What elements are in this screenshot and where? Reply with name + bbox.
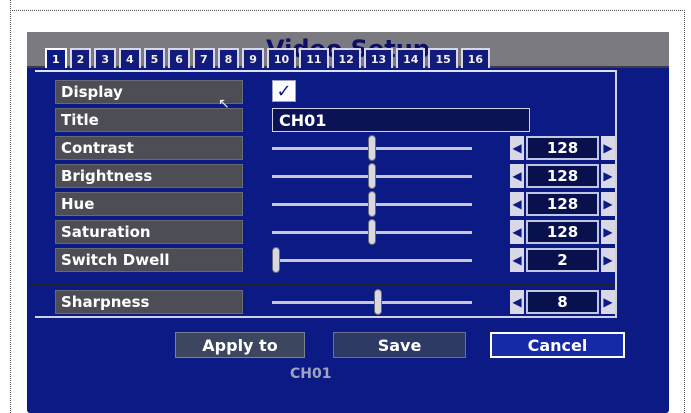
saturation-spinner: ◀ 128 ▶ <box>510 220 615 244</box>
title-input[interactable]: CH01 <box>272 108 530 132</box>
brightness-decrease-arrow-icon[interactable]: ◀ <box>510 164 524 188</box>
sharpness-slider[interactable] <box>272 301 472 304</box>
tab-2[interactable]: 2 <box>69 48 92 68</box>
saturation-slider-handle[interactable] <box>368 219 376 245</box>
switch-dwell-slider[interactable] <box>272 259 472 262</box>
contrast-decrease-arrow-icon[interactable]: ◀ <box>510 136 524 160</box>
switch-dwell-decrease-arrow-icon[interactable]: ◀ <box>510 248 524 272</box>
display-label: Display <box>55 80 243 104</box>
saturation-decrease-arrow-icon[interactable]: ◀ <box>510 220 524 244</box>
brightness-slider-handle[interactable] <box>368 163 376 189</box>
hue-increase-arrow-icon[interactable]: ▶ <box>601 192 615 216</box>
contrast-value: 128 <box>526 136 599 160</box>
tab-5[interactable]: 5 <box>143 48 166 68</box>
hue-value: 128 <box>526 192 599 216</box>
switch-dwell-increase-arrow-icon[interactable]: ▶ <box>601 248 615 272</box>
sharpness-decrease-arrow-icon[interactable]: ◀ <box>510 290 524 314</box>
brightness-label: Brightness <box>55 164 243 188</box>
cut-off-channel-label: CH01 <box>290 366 332 382</box>
saturation-label: Saturation <box>55 220 243 244</box>
tab-16[interactable]: 16 <box>460 48 491 68</box>
tab-11[interactable]: 11 <box>299 48 329 68</box>
switch-dwell-spinner: ◀ 2 ▶ <box>510 248 615 272</box>
sharpness-value: 8 <box>526 290 599 314</box>
frame-border-left <box>10 0 11 413</box>
brightness-spinner: ◀ 128 ▶ <box>510 164 615 188</box>
contrast-spinner: ◀ 128 ▶ <box>510 136 615 160</box>
tab-13[interactable]: 13 <box>363 48 394 68</box>
switch-dwell-value: 2 <box>526 248 599 272</box>
hue-decrease-arrow-icon[interactable]: ◀ <box>510 192 524 216</box>
tab-7[interactable]: 7 <box>192 48 215 68</box>
contrast-slider-handle[interactable] <box>368 135 376 161</box>
panel-divider <box>30 283 615 285</box>
frame-border-right <box>684 10 685 413</box>
tab-12[interactable]: 12 <box>331 48 361 68</box>
channel-tabs: 1 2 3 4 5 6 7 8 9 10 11 12 13 14 15 16 <box>45 48 493 72</box>
switch-dwell-label: Switch Dwell <box>55 248 243 272</box>
hue-label: Hue <box>55 192 243 216</box>
saturation-increase-arrow-icon[interactable]: ▶ <box>601 220 615 244</box>
save-button[interactable]: Save <box>333 332 466 358</box>
tab-9[interactable]: 9 <box>242 48 264 68</box>
brightness-value: 128 <box>526 164 599 188</box>
brightness-increase-arrow-icon[interactable]: ▶ <box>601 164 615 188</box>
tab-14[interactable]: 14 <box>396 48 426 68</box>
tab-10[interactable]: 10 <box>266 48 297 68</box>
sharpness-spinner: ◀ 8 ▶ <box>510 290 615 314</box>
tab-8[interactable]: 8 <box>217 48 240 68</box>
apply-to-button[interactable]: Apply to <box>175 332 305 358</box>
tab-6[interactable]: 6 <box>168 48 190 68</box>
display-checkbox[interactable]: ✓ <box>272 80 296 102</box>
sharpness-label: Sharpness <box>55 290 243 314</box>
frame-border-top <box>10 10 685 11</box>
switch-dwell-slider-handle[interactable] <box>272 247 280 273</box>
tab-4[interactable]: 4 <box>118 48 141 68</box>
hue-spinner: ◀ 128 ▶ <box>510 192 615 216</box>
checkmark-icon: ✓ <box>276 80 292 102</box>
tab-3[interactable]: 3 <box>94 48 116 68</box>
tab-1[interactable]: 1 <box>45 48 67 68</box>
hue-slider-handle[interactable] <box>368 191 376 217</box>
saturation-value: 128 <box>526 220 599 244</box>
cancel-button[interactable]: Cancel <box>490 332 625 358</box>
contrast-label: Contrast <box>55 136 243 160</box>
tab-15[interactable]: 15 <box>428 48 458 68</box>
contrast-increase-arrow-icon[interactable]: ▶ <box>601 136 615 160</box>
sharpness-slider-handle[interactable] <box>374 289 382 315</box>
title-label: Title <box>55 108 243 132</box>
sharpness-increase-arrow-icon[interactable]: ▶ <box>601 290 615 314</box>
